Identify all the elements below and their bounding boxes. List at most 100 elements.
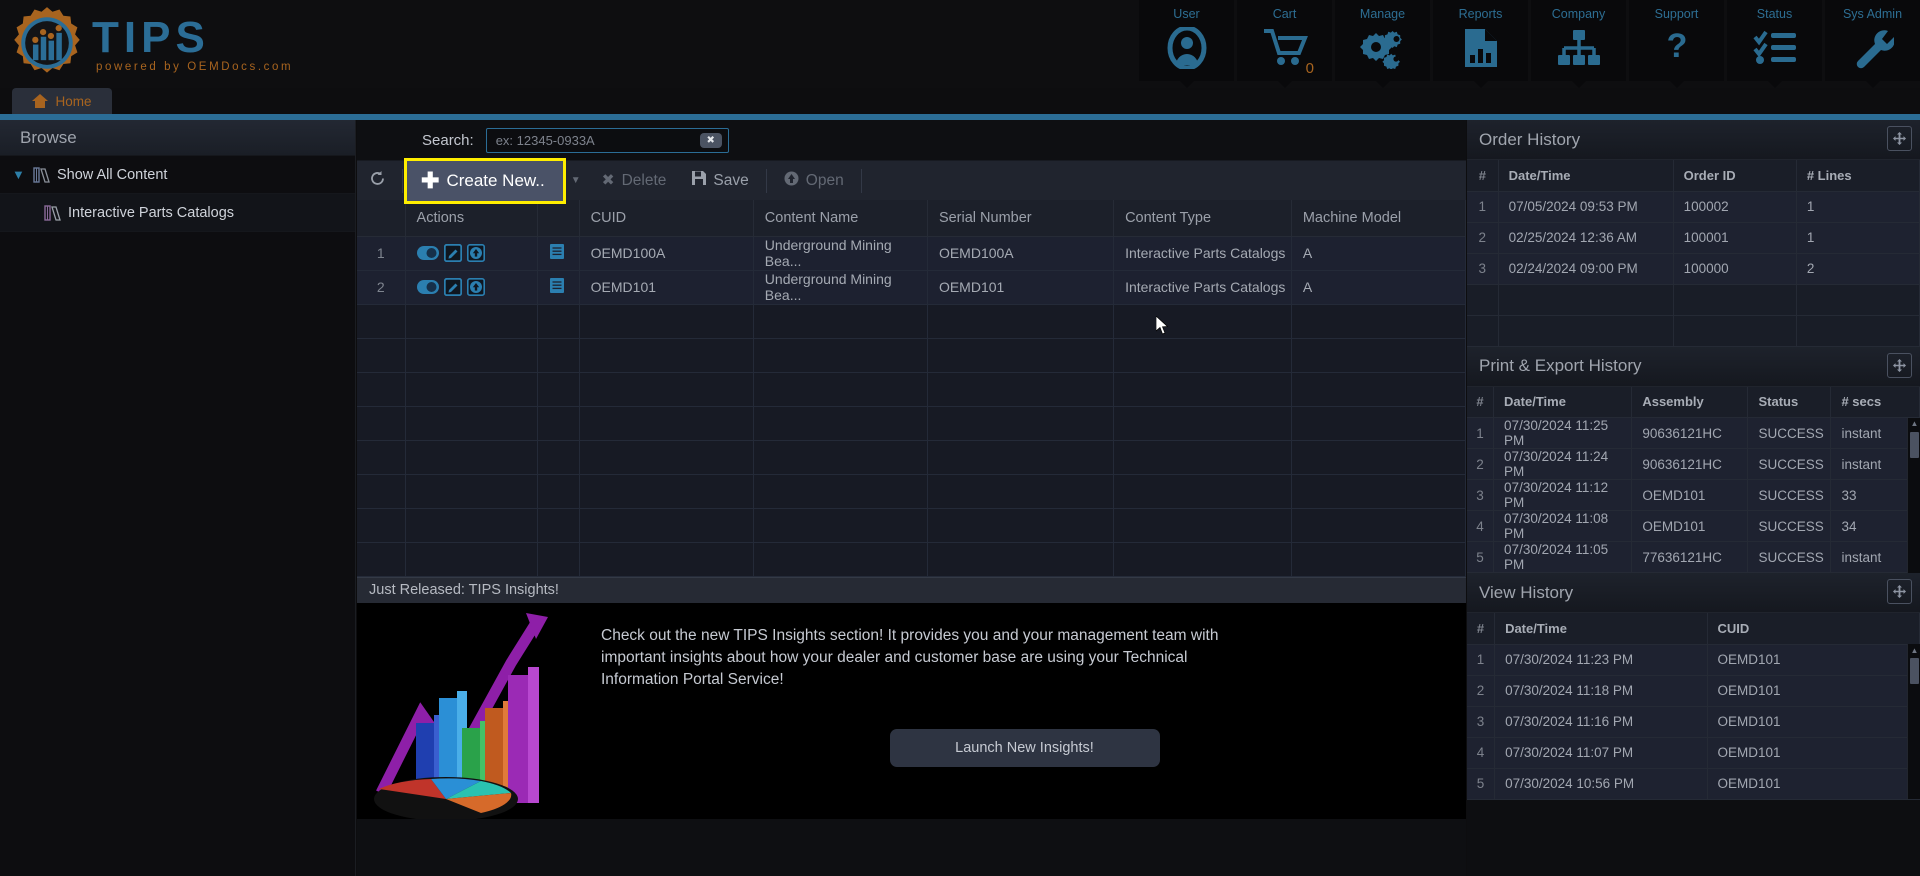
table-row[interactable]: 5 07/30/2024 10:56 PM OEMD101 <box>1467 768 1920 800</box>
cell: 90636121HC <box>1631 448 1749 480</box>
row-index: 3 <box>1467 253 1499 285</box>
table-row[interactable]: 3 02/24/2024 09:00 PM 100000 2 <box>1467 253 1920 285</box>
x-icon: ✖ <box>601 172 615 189</box>
table-row[interactable]: 5 07/30/2024 11:05 PM 77636121HC SUCCESS ins… <box>1467 541 1920 573</box>
brand-logo[interactable]: TIPS powered by OEMDocs.com <box>8 4 293 82</box>
grid-col-serial-number[interactable]: Serial Number <box>927 200 1115 237</box>
launch-new-insights-button[interactable]: Launch New Insights! <box>889 728 1160 767</box>
row-index: 5 <box>1467 768 1496 800</box>
upload-icon[interactable] <box>466 244 485 262</box>
panel-title: Order History <box>1479 129 1581 149</box>
delete-label: Delete <box>621 171 667 189</box>
move-arrows-icon[interactable] <box>1887 352 1912 378</box>
table-row[interactable]: 2 OEMD101 Underground Mining Bea... OEMD101… <box>357 270 1467 305</box>
upload-icon[interactable] <box>466 278 485 296</box>
row-doc-icon-cell[interactable] <box>537 270 580 305</box>
table-row[interactable]: 4 07/30/2024 11:08 PM OEMD101 SUCCESS 34 <box>1467 510 1920 542</box>
panel-col-status: Status <box>1747 386 1832 418</box>
nav-item-sys-admin[interactable]: Sys Admin <box>1825 0 1920 81</box>
delete-button[interactable]: ✖ Delete <box>589 161 680 201</box>
sidebar-item-show-all-content[interactable]: ▼ Show All Content <box>0 156 355 194</box>
cell-content-name[interactable]: Underground Mining Bea... <box>753 270 928 305</box>
edit-icon[interactable] <box>443 244 462 262</box>
tab-strip: Home <box>0 88 1920 114</box>
tab-home[interactable]: Home <box>12 88 112 114</box>
panel-scrollbar[interactable]: ▲ <box>1907 644 1920 799</box>
cell: 07/30/2024 11:25 PM <box>1493 417 1633 449</box>
table-row-empty <box>357 338 1467 373</box>
table-row[interactable]: 2 02/25/2024 12:36 AM 100001 1 <box>1467 222 1920 254</box>
create-new-button[interactable]: ✚ Create New.. <box>404 157 566 204</box>
table-row[interactable]: 2 07/30/2024 11:24 PM 90636121HC SUCCESS ins… <box>1467 448 1920 480</box>
cell-content-name[interactable]: Underground Mining Bea... <box>753 236 928 271</box>
table-row[interactable]: 2 07/30/2024 11:18 PM OEMD101 <box>1467 675 1920 707</box>
cell: SUCCESS <box>1747 510 1832 542</box>
grid-col-content-name[interactable]: Content Name <box>753 200 928 237</box>
cell-serial-number[interactable]: OEMD101 <box>927 270 1115 305</box>
nav-label: Sys Admin <box>1842 7 1903 21</box>
insights-header: Just Released: TIPS Insights! <box>357 576 1466 603</box>
search-input-wrapper[interactable]: ✖ <box>485 127 729 153</box>
create-new-dropdown[interactable]: ▼ <box>563 161 589 201</box>
row-index: 5 <box>1467 541 1495 573</box>
row-doc-icon-cell[interactable] <box>537 236 580 271</box>
grid-col-index[interactable] <box>357 200 406 237</box>
refresh-button[interactable] <box>357 161 398 201</box>
search-input[interactable] <box>486 132 687 148</box>
cell-cuid[interactable]: OEMD100A <box>579 236 754 271</box>
nav-item-company[interactable]: Company <box>1531 0 1626 81</box>
toggle-icon[interactable] <box>416 280 439 294</box>
search-bar: Search: ✖ <box>357 120 1466 160</box>
save-button[interactable]: Save <box>679 161 761 201</box>
row-index: 4 <box>1467 737 1496 769</box>
move-arrows-icon[interactable] <box>1887 126 1912 151</box>
cell-content-type[interactable]: Interactive Parts Catalogs <box>1113 236 1292 271</box>
content-grid: Actions CUID Content Name Serial Number … <box>357 200 1467 577</box>
cell-cuid[interactable]: OEMD101 <box>579 270 754 305</box>
table-row[interactable]: 1 07/05/2024 09:53 PM 100002 1 <box>1467 191 1920 223</box>
grid-col-machine-model[interactable]: Machine Model <box>1291 200 1467 237</box>
cell-serial-number[interactable]: OEMD100A <box>927 236 1115 271</box>
nav-item-support[interactable]: Support ? <box>1629 0 1724 81</box>
table-row[interactable]: 1 07/30/2024 11:23 PM OEMD101 <box>1467 644 1920 676</box>
table-row[interactable]: 3 07/30/2024 11:16 PM OEMD101 <box>1467 706 1920 738</box>
books-icon <box>44 204 61 221</box>
cell: 02/24/2024 09:00 PM <box>1498 253 1674 285</box>
cell: 07/30/2024 11:12 PM <box>1493 479 1633 511</box>
cell: 07/30/2024 11:08 PM <box>1493 510 1633 542</box>
nav-item-status[interactable]: Status <box>1727 0 1822 81</box>
cell: 02/25/2024 12:36 AM <box>1498 222 1674 254</box>
chevron-down-icon[interactable]: ▼ <box>12 167 26 182</box>
nav-item-manage[interactable]: Manage <box>1335 0 1430 81</box>
panel-scrollbar[interactable]: ▲ <box>1907 417 1920 573</box>
move-arrows-icon[interactable] <box>1887 579 1912 604</box>
table-row[interactable]: 1 OEMD100A Underground Mining Bea... OEMD10… <box>357 236 1467 271</box>
cell-machine-model[interactable]: A <box>1291 270 1467 305</box>
grid-col-content-type[interactable]: Content Type <box>1113 200 1292 237</box>
cell-machine-model[interactable]: A <box>1291 236 1467 271</box>
grid-col-cuid[interactable]: CUID <box>579 200 754 237</box>
row-index: 2 <box>357 270 406 305</box>
row-index: 1 <box>1467 644 1496 676</box>
scroll-up-arrow-icon[interactable]: ▲ <box>1908 644 1920 656</box>
table-row[interactable]: 1 07/30/2024 11:25 PM 90636121HC SUCCESS ins… <box>1467 417 1920 449</box>
edit-icon[interactable] <box>443 278 462 296</box>
scroll-up-arrow-icon[interactable]: ▲ <box>1908 418 1920 430</box>
grid-col-doc[interactable] <box>537 200 580 237</box>
table-row[interactable]: 4 07/30/2024 11:07 PM OEMD101 <box>1467 737 1920 769</box>
panel-print-export-history: Print & Export History # Date/Time Assembly… <box>1467 346 1920 573</box>
table-row[interactable]: 3 07/30/2024 11:12 PM OEMD101 SUCCESS 33 <box>1467 479 1920 511</box>
grid-col-actions[interactable]: Actions <box>405 200 538 237</box>
row-index: 1 <box>357 236 406 271</box>
clear-x-icon[interactable]: ✖ <box>699 132 722 148</box>
toolbar-separator <box>402 168 403 193</box>
scrollbar-thumb[interactable] <box>1910 658 1919 684</box>
nav-item-cart[interactable]: Cart 0 <box>1237 0 1332 81</box>
nav-item-reports[interactable]: Reports <box>1433 0 1528 81</box>
cell-content-type[interactable]: Interactive Parts Catalogs <box>1113 270 1292 305</box>
toggle-icon[interactable] <box>416 246 439 260</box>
sidebar-item-interactive-parts-catalogs[interactable]: Interactive Parts Catalogs <box>0 194 355 232</box>
scrollbar-thumb[interactable] <box>1910 431 1919 458</box>
nav-item-user[interactable]: User <box>1139 0 1234 81</box>
open-button[interactable]: Open <box>771 161 857 201</box>
